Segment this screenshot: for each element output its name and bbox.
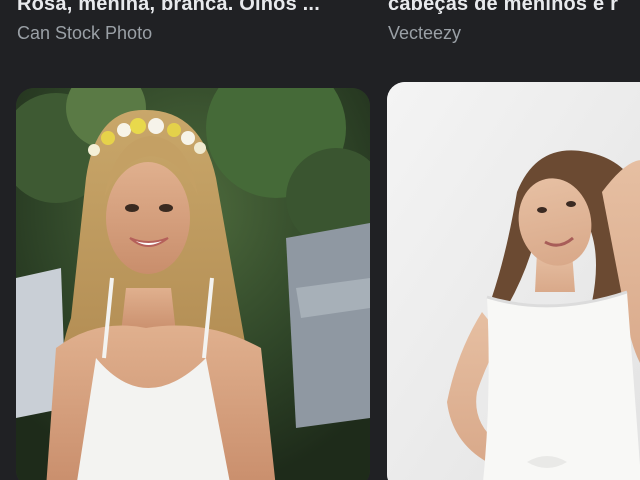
result-title[interactable]: Rosa, menina, branca. Olhos ... — [17, 0, 349, 14]
result-source: Can Stock Photo — [17, 23, 153, 43]
result-thumbnail-1[interactable] — [16, 88, 370, 480]
result-title[interactable]: cabeças de meninos e r — [388, 0, 640, 14]
result-source: Vecteezy — [388, 23, 462, 43]
result-caption-1[interactable]: Rosa, menina, branca. Olhos ... Can Stoc… — [17, 0, 349, 44]
photo-girl-white-dress — [387, 82, 640, 480]
result-caption-2[interactable]: cabeças de meninos e r Vecteezy — [388, 0, 640, 44]
photo-girl-flower-crown — [16, 88, 370, 480]
image-results-grid: Rosa, menina, branca. Olhos ... Can Stoc… — [0, 0, 640, 480]
result-thumbnail-2[interactable] — [387, 82, 640, 480]
